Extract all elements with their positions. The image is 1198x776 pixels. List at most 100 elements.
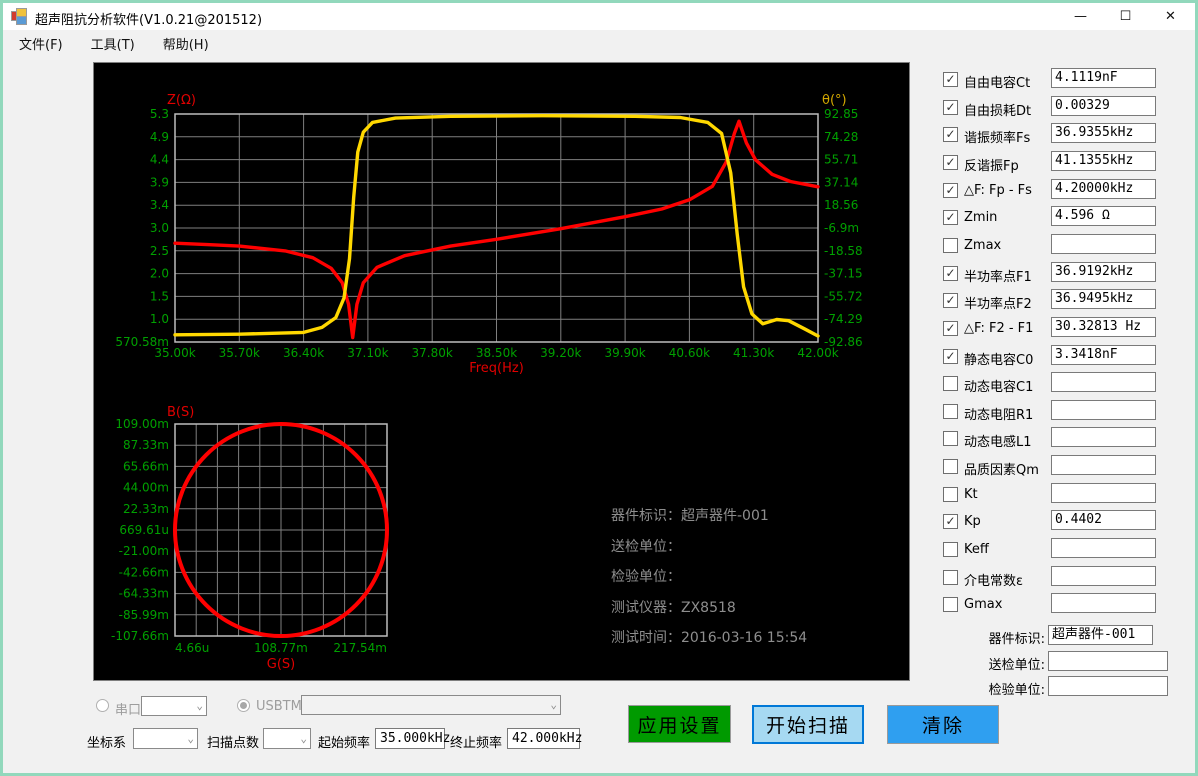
param-value-field[interactable]: 36.9192kHz: [1051, 262, 1156, 282]
tick-label: 37.14: [824, 175, 858, 189]
tick-label: 217.54m: [333, 641, 387, 655]
menu-item-2[interactable]: 帮助(H): [153, 30, 219, 57]
param-checkbox[interactable]: ✓: [943, 155, 958, 170]
tick-label: 2.0: [150, 267, 169, 281]
measurement-info-overlay: 器件标识：超声器件-001送检单位：检验单位：测试仪器：ZX8518测试时间：2…: [611, 501, 807, 654]
tick-label: 3.4: [150, 198, 169, 212]
param-value-field[interactable]: 36.9355kHz: [1051, 123, 1156, 143]
param-value-field[interactable]: 36.9495kHz: [1051, 289, 1156, 309]
param-checkbox[interactable]: [943, 597, 958, 612]
param-value-field[interactable]: 4.1119nF: [1051, 68, 1156, 88]
start-freq-field[interactable]: 35.000kHz: [375, 728, 445, 749]
minimize-icon[interactable]: —: [1058, 3, 1103, 30]
param-value-field[interactable]: [1051, 483, 1156, 503]
param-checkbox[interactable]: ✓: [943, 293, 958, 308]
param-value-field[interactable]: [1051, 538, 1156, 558]
param-row: 动态电阻R1: [935, 397, 1193, 425]
param-row: Zmax: [935, 231, 1193, 259]
apply-settings-button[interactable]: 应用设置: [628, 705, 731, 743]
overlay-line: 测试仪器：ZX8518: [611, 593, 807, 624]
id-value-field[interactable]: 超声器件-001: [1048, 625, 1153, 645]
coord-system-label: 坐标系: [87, 732, 126, 751]
app-icon: [11, 8, 27, 24]
param-checkbox[interactable]: ✓: [943, 210, 958, 225]
id-label: 器件标识:: [989, 628, 1045, 647]
scan-points-combo[interactable]: 2001⌄: [263, 728, 311, 749]
param-value-field[interactable]: 30.32813 Hz: [1051, 317, 1156, 337]
param-checkbox[interactable]: ✓: [943, 514, 958, 529]
param-checkbox[interactable]: ✓: [943, 127, 958, 142]
param-label: △F: F2 - F1: [964, 321, 1033, 336]
tick-label: 41.30k: [733, 346, 774, 360]
tick-label: -21.00m: [119, 544, 169, 558]
param-value-field[interactable]: 4.596 Ω: [1051, 206, 1156, 226]
param-value-field[interactable]: 3.3418nF: [1051, 345, 1156, 365]
id-value-field[interactable]: [1048, 651, 1168, 671]
param-row: 动态电容C1: [935, 369, 1193, 397]
tick-label: 74.28: [824, 130, 858, 144]
tick-label: 669.61u: [119, 523, 169, 537]
title-bar: 超声阻抗分析软件(V1.0.21@201512) — ☐ ✕: [3, 3, 1195, 30]
param-row: ✓反谐振Fp41.1355kHz: [935, 148, 1193, 176]
chevron-down-icon: ⌄: [550, 696, 557, 714]
param-label: 动态电感L1: [964, 431, 1032, 450]
param-checkbox[interactable]: ✓: [943, 266, 958, 281]
param-row: ✓ Zmin 4.596 Ω: [935, 203, 1193, 231]
param-checkbox[interactable]: ✓: [943, 183, 958, 198]
tick-label: 39.90k: [604, 346, 645, 360]
serial-port-combo[interactable]: ⌄: [141, 696, 207, 716]
tick-label: 42.00k: [797, 346, 838, 360]
id-row: 送检单位:: [935, 649, 1193, 675]
tick-label: 2.5: [150, 244, 169, 258]
id-value-field[interactable]: [1048, 676, 1168, 696]
param-label: 半功率点F2: [964, 293, 1032, 312]
param-value-field[interactable]: 0.4402: [1051, 510, 1156, 530]
tick-label: 1.0: [150, 312, 169, 326]
param-value-field[interactable]: [1051, 372, 1156, 392]
param-checkbox[interactable]: [943, 542, 958, 557]
param-checkbox[interactable]: [943, 238, 958, 253]
tick-label: θ(°): [822, 93, 847, 108]
usbtmc-radio[interactable]: [237, 699, 250, 712]
param-label: Zmin: [964, 210, 997, 225]
param-checkbox[interactable]: [943, 487, 958, 502]
param-checkbox[interactable]: [943, 376, 958, 391]
param-row: Keff: [935, 535, 1193, 563]
menu-item-0[interactable]: 文件(F): [9, 30, 73, 57]
param-checkbox[interactable]: [943, 431, 958, 446]
tick-label: -107.66m: [111, 629, 169, 643]
param-value-field[interactable]: 4.20000kHz: [1051, 179, 1156, 199]
stop-freq-field[interactable]: 42.000kHz: [507, 728, 580, 749]
param-checkbox[interactable]: ✓: [943, 72, 958, 87]
menu-item-1[interactable]: 工具(T): [81, 30, 145, 57]
stop-freq-label: 终止频率: [450, 732, 502, 751]
param-row: ✓谐振频率Fs36.9355kHz: [935, 120, 1193, 148]
start-freq-label: 起始频率: [318, 732, 370, 751]
param-value-field[interactable]: [1051, 427, 1156, 447]
param-checkbox[interactable]: [943, 459, 958, 474]
param-checkbox[interactable]: ✓: [943, 100, 958, 115]
tick-label: 4.66u: [175, 641, 209, 655]
serial-radio[interactable]: [96, 699, 109, 712]
param-value-field[interactable]: [1051, 566, 1156, 586]
param-label: 自由损耗Dt: [964, 100, 1031, 119]
close-icon[interactable]: ✕: [1148, 3, 1193, 30]
param-checkbox[interactable]: [943, 404, 958, 419]
param-checkbox[interactable]: [943, 570, 958, 585]
start-scan-button[interactable]: 开始扫描: [752, 705, 864, 744]
tick-label: 55.71: [824, 153, 858, 167]
param-checkbox[interactable]: ✓: [943, 321, 958, 336]
maximize-icon[interactable]: ☐: [1103, 3, 1148, 30]
param-value-field[interactable]: 0.00329: [1051, 96, 1156, 116]
param-value-field[interactable]: 41.1355kHz: [1051, 151, 1156, 171]
param-value-field[interactable]: [1051, 234, 1156, 254]
id-row: 检验单位:: [935, 674, 1193, 700]
param-value-field[interactable]: [1051, 593, 1156, 613]
app-window: 超声阻抗分析软件(V1.0.21@201512) — ☐ ✕ 文件(F) 工具(T…: [0, 0, 1198, 776]
param-value-field[interactable]: [1051, 455, 1156, 475]
usbtmc-address-combo[interactable]: USB0::0x0471::0x2786::T020215010::INSTR⌄: [301, 695, 561, 715]
clear-button[interactable]: 清除: [887, 705, 999, 744]
param-value-field[interactable]: [1051, 400, 1156, 420]
param-checkbox[interactable]: ✓: [943, 349, 958, 364]
coord-system-combo[interactable]: lgZ-Deg⌄: [133, 728, 198, 749]
